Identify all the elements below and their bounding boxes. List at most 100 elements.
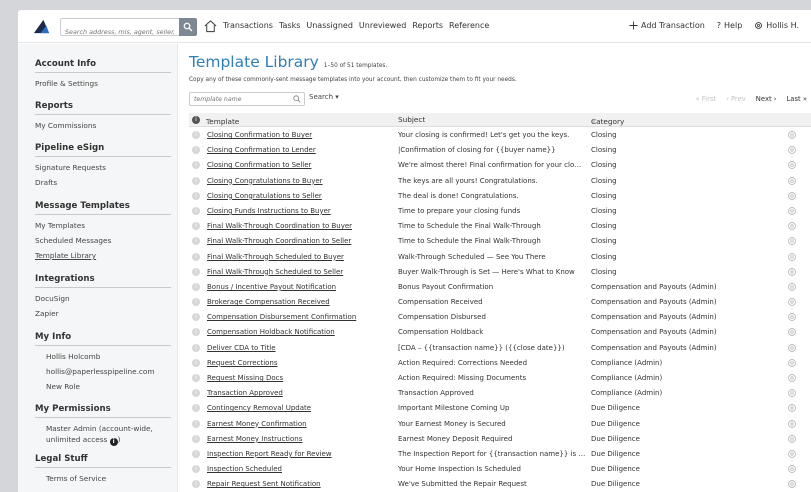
info-icon[interactable]: i bbox=[192, 131, 200, 139]
info-icon[interactable]: i bbox=[192, 161, 200, 170]
template-name-link[interactable]: Compensation Disbursement Confirmation bbox=[207, 313, 392, 321]
home-icon[interactable] bbox=[203, 18, 218, 34]
template-name-link[interactable]: Closing Funds Instructions to Buyer bbox=[207, 207, 392, 215]
sidebar-item-my-commissions[interactable]: My Commissions bbox=[35, 121, 96, 130]
last-page-button[interactable]: Last » bbox=[783, 93, 811, 105]
row-gear-icon[interactable] bbox=[787, 479, 797, 489]
template-name-filter[interactable] bbox=[189, 92, 305, 106]
row-gear-icon[interactable] bbox=[787, 434, 797, 444]
row-gear-icon[interactable] bbox=[787, 388, 797, 398]
template-name-link[interactable]: Repair Request Sent Notification bbox=[207, 480, 392, 488]
row-gear-icon[interactable] bbox=[787, 221, 797, 231]
sidebar-item-template-library[interactable]: Template Library bbox=[35, 251, 96, 260]
info-icon[interactable]: i bbox=[109, 438, 118, 446]
info-icon[interactable]: i bbox=[192, 267, 200, 276]
row-gear-icon[interactable] bbox=[787, 160, 797, 170]
nav-unreviewed[interactable]: Unreviewed bbox=[359, 21, 406, 30]
info-icon[interactable]: i bbox=[192, 222, 200, 231]
template-name-link[interactable]: Earnest Money Instructions bbox=[207, 435, 392, 443]
info-icon[interactable]: i bbox=[192, 404, 200, 413]
info-icon[interactable]: i bbox=[192, 449, 200, 458]
first-page-button[interactable]: « First bbox=[691, 93, 720, 105]
row-gear-icon[interactable] bbox=[787, 297, 797, 307]
sidebar-item-docusign[interactable]: DocuSign bbox=[35, 294, 70, 303]
template-name-link[interactable]: Closing Congratulations to Buyer bbox=[207, 177, 392, 185]
template-name-link[interactable]: Brokerage Compensation Received bbox=[207, 298, 392, 306]
info-icon[interactable]: i bbox=[192, 434, 200, 443]
info-icon[interactable]: i bbox=[192, 343, 200, 352]
template-name-link[interactable]: Closing Congratulations to Seller bbox=[207, 192, 392, 200]
template-name-link[interactable]: Closing Confirmation to Buyer bbox=[207, 131, 392, 139]
template-name-link[interactable]: Compensation Holdback Notification bbox=[207, 328, 392, 336]
template-name-link[interactable]: Request Corrections bbox=[207, 359, 392, 367]
info-icon[interactable]: i bbox=[192, 252, 200, 261]
sidebar-item-signature-requests[interactable]: Signature Requests bbox=[35, 163, 106, 172]
info-icon[interactable]: i bbox=[192, 313, 200, 322]
info-icon[interactable]: i bbox=[192, 237, 200, 246]
row-gear-icon[interactable] bbox=[787, 464, 797, 474]
template-name-link[interactable]: Final Walk-Through Coordination to Selle… bbox=[207, 237, 392, 245]
info-icon[interactable]: i bbox=[192, 191, 200, 200]
row-gear-icon[interactable] bbox=[787, 176, 797, 186]
sidebar-item-new-role[interactable]: New Role bbox=[46, 382, 80, 391]
user-menu[interactable]: Hollis H. bbox=[754, 21, 799, 30]
info-icon[interactable]: i bbox=[192, 480, 200, 489]
template-name-link[interactable]: Request Missing Docs bbox=[207, 374, 392, 382]
nav-tasks[interactable]: Tasks bbox=[279, 21, 300, 30]
info-icon[interactable]: i bbox=[192, 298, 200, 307]
row-gear-icon[interactable] bbox=[787, 419, 797, 429]
row-gear-icon[interactable] bbox=[787, 358, 797, 368]
sidebar-item-scheduled-messages[interactable]: Scheduled Messages bbox=[35, 236, 111, 245]
info-icon[interactable]: i bbox=[192, 146, 200, 155]
template-name-link[interactable]: Deliver CDA to Title bbox=[207, 344, 392, 352]
row-gear-icon[interactable] bbox=[787, 343, 797, 353]
sidebar-item-terms-of-service[interactable]: Terms of Service bbox=[46, 474, 106, 483]
nav-transactions[interactable]: Transactions bbox=[223, 21, 273, 30]
prev-page-button[interactable]: ‹ Prev bbox=[722, 93, 750, 105]
row-gear-icon[interactable] bbox=[787, 327, 797, 337]
help-button[interactable]: ? Help bbox=[717, 21, 743, 30]
info-icon[interactable]: i bbox=[192, 282, 200, 291]
template-name-link[interactable]: Final Walk-Through Scheduled to Seller bbox=[207, 268, 392, 276]
nav-unassigned[interactable]: Unassigned bbox=[306, 21, 353, 30]
search-dropdown-button[interactable]: Search ▾ bbox=[309, 93, 339, 101]
template-name-link[interactable]: Bonus / Incentive Payout Notification bbox=[207, 283, 392, 291]
sidebar-item-zapier[interactable]: Zapier bbox=[35, 309, 59, 318]
template-name-link[interactable]: Final Walk-Through Coordination to Buyer bbox=[207, 222, 392, 230]
template-name-link[interactable]: Contingency Removal Update bbox=[207, 404, 392, 412]
row-gear-icon[interactable] bbox=[787, 130, 797, 140]
next-page-button[interactable]: Next › bbox=[752, 93, 781, 105]
global-search-button[interactable] bbox=[179, 18, 197, 36]
sidebar-item-drafts[interactable]: Drafts bbox=[35, 178, 57, 187]
template-name-link[interactable]: Transaction Approved bbox=[207, 389, 392, 397]
nav-reports[interactable]: Reports bbox=[412, 21, 443, 30]
row-gear-icon[interactable] bbox=[787, 206, 797, 216]
info-icon[interactable]: i bbox=[192, 358, 200, 367]
info-icon[interactable]: i bbox=[192, 328, 200, 337]
global-search-input[interactable] bbox=[61, 24, 179, 40]
pipeline-logo-icon[interactable] bbox=[32, 17, 51, 36]
template-name-link[interactable]: Inspection Scheduled bbox=[207, 465, 392, 473]
info-icon[interactable]: i bbox=[192, 389, 200, 398]
sidebar-item-my-templates[interactable]: My Templates bbox=[35, 221, 85, 230]
info-icon[interactable]: i bbox=[192, 465, 200, 474]
info-icon[interactable]: i bbox=[192, 419, 200, 428]
info-icon[interactable]: i bbox=[192, 374, 200, 382]
row-gear-icon[interactable] bbox=[787, 449, 797, 459]
nav-reference[interactable]: Reference bbox=[449, 21, 489, 30]
row-gear-icon[interactable] bbox=[787, 312, 797, 322]
info-icon[interactable]: i bbox=[192, 206, 200, 215]
row-gear-icon[interactable] bbox=[787, 373, 797, 383]
template-name-link[interactable]: Closing Confirmation to Lender bbox=[207, 146, 392, 154]
add-transaction-button[interactable]: Add Transaction bbox=[629, 21, 705, 30]
row-gear-icon[interactable] bbox=[787, 282, 797, 292]
row-gear-icon[interactable] bbox=[787, 236, 797, 246]
row-gear-icon[interactable] bbox=[787, 252, 797, 262]
template-name-link[interactable]: Closing Confirmation to Seller bbox=[207, 161, 392, 169]
row-gear-icon[interactable] bbox=[787, 267, 797, 277]
template-name-link[interactable]: Earnest Money Confirmation bbox=[207, 420, 392, 428]
template-name-link[interactable]: Inspection Report Ready for Review bbox=[207, 450, 392, 458]
row-gear-icon[interactable] bbox=[787, 191, 797, 201]
sidebar-item-profile-settings[interactable]: Profile & Settings bbox=[35, 79, 98, 88]
row-gear-icon[interactable] bbox=[787, 145, 797, 155]
